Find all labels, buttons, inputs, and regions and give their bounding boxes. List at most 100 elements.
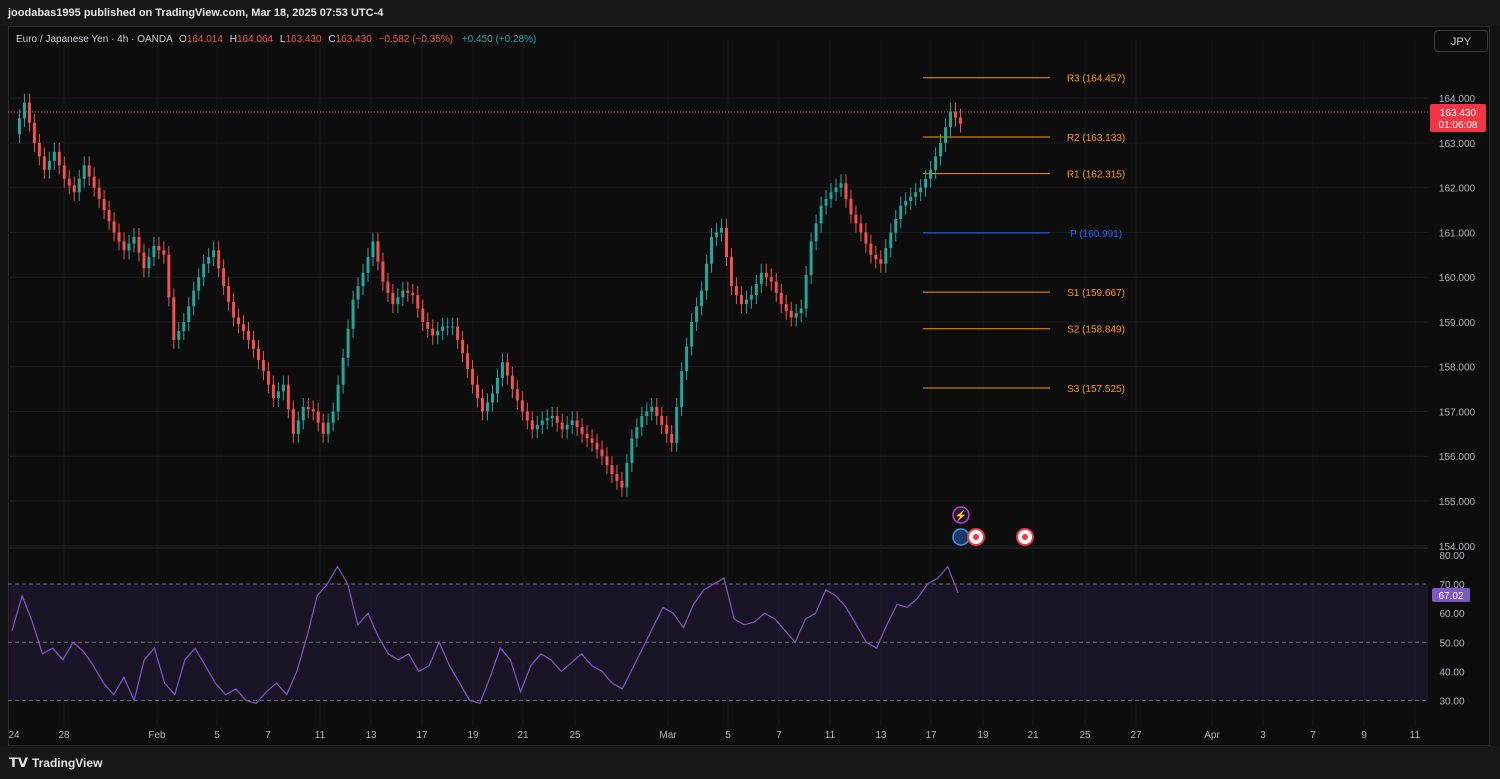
candle-body	[615, 474, 619, 481]
candle-body	[560, 422, 564, 430]
time-tick-label: 3	[1260, 730, 1266, 741]
candle-body	[715, 232, 719, 237]
extra-change-value: +0.450 (+0.28%)	[462, 34, 537, 45]
candle-body	[754, 283, 758, 296]
price-tick-label: 155.000	[1439, 497, 1476, 508]
candle-body	[72, 185, 76, 193]
candle-body	[281, 384, 285, 392]
candle-body	[286, 384, 290, 410]
candle-body	[416, 295, 420, 309]
currency-button[interactable]: JPY	[1434, 30, 1488, 52]
candle-body	[495, 377, 499, 394]
candle-body	[107, 210, 111, 222]
candle-body	[346, 328, 350, 358]
candle-body	[600, 449, 604, 457]
candle-body	[824, 198, 828, 206]
candle-body	[500, 362, 504, 378]
candle-body	[376, 241, 380, 262]
price-tick-label: 158.000	[1439, 363, 1476, 374]
candle-body	[954, 111, 958, 118]
candle-body	[222, 268, 226, 287]
price-tick-label: 160.000	[1439, 273, 1476, 284]
candle-body	[685, 346, 689, 372]
candle-body	[565, 424, 569, 430]
legend: Euro / Japanese Yen · 4h · OANDA O164.01…	[16, 34, 536, 45]
time-tick-label: Feb	[148, 730, 166, 741]
time-tick-label: Mar	[659, 730, 677, 741]
event-markers[interactable]: ⚡	[952, 506, 1034, 546]
candle-body	[889, 232, 893, 249]
candle-body	[361, 272, 365, 287]
candle-body	[301, 407, 305, 421]
candle-body	[580, 427, 584, 434]
rsi-tick-label: 40.00	[1439, 667, 1464, 678]
lightning-glyph: ⚡	[955, 509, 967, 522]
candle-body	[874, 254, 878, 260]
price-tick-label: 159.000	[1439, 318, 1476, 329]
candle-body	[550, 415, 554, 419]
candle-body	[212, 250, 216, 258]
candle-body	[242, 324, 246, 331]
legend-symbol: Euro / Japanese Yen · 4h · OANDA	[16, 34, 173, 45]
candle-body	[670, 433, 674, 443]
time-tick-label: 11	[1410, 730, 1421, 741]
candle-body	[819, 205, 823, 224]
pivot-label: R1 (162.315)	[1067, 170, 1125, 181]
time-tick-label: 7	[1310, 730, 1316, 741]
candle-body	[47, 160, 51, 170]
candle-body	[904, 201, 908, 206]
candle-body	[217, 250, 221, 269]
candle-body	[934, 156, 938, 170]
candle-body	[187, 306, 191, 322]
candle-body	[555, 415, 559, 423]
candle-body	[426, 321, 430, 329]
time-tick-label: 25	[1079, 730, 1091, 741]
price-tick-label: 164.000	[1439, 94, 1476, 105]
rsi-tick-label: 50.00	[1439, 638, 1464, 649]
candle-body	[575, 420, 579, 428]
candle-body	[232, 301, 236, 318]
candle-body	[515, 389, 519, 401]
candle-body	[276, 391, 280, 399]
time-tick-label: 7	[776, 730, 782, 741]
candle-body	[481, 398, 485, 412]
candle-body	[690, 321, 694, 347]
candle-body	[471, 368, 475, 385]
high-label: H	[230, 34, 237, 45]
candle-body	[311, 409, 315, 412]
candle-body	[446, 326, 450, 328]
candle-body	[321, 422, 325, 434]
time-tick-label: 9	[1361, 730, 1367, 741]
candle-body	[700, 290, 704, 307]
candle-body	[919, 187, 923, 193]
candle-body	[356, 286, 360, 300]
candle-body	[764, 272, 768, 278]
time-tick-label: 7	[265, 730, 271, 741]
chart-canvas[interactable]: R3 (164.457) R2 (163.133) R1 (162.315) P (1…	[0, 0, 1500, 746]
rsi-pane: 80.0070.0060.0050.0040.0030.00	[8, 551, 1465, 708]
price-tick-label: 156.000	[1439, 452, 1476, 463]
candle-body	[351, 299, 355, 329]
candle-body	[22, 102, 26, 119]
pivot-levels: R3 (164.457) R2 (163.133) R1 (162.315) P (1…	[923, 74, 1125, 395]
candle-body	[152, 245, 156, 258]
candle-body	[769, 277, 773, 282]
candle-body	[97, 187, 101, 199]
candle-body	[256, 348, 260, 361]
candle-body	[490, 393, 494, 403]
candle-body	[729, 257, 733, 287]
time-tick-label: 5	[725, 730, 731, 741]
candle-body	[894, 219, 898, 233]
candle-body	[939, 142, 943, 157]
candle-body	[127, 243, 131, 251]
rsi-tick-label: 80.00	[1439, 551, 1464, 562]
candle-body	[724, 227, 728, 258]
candles	[17, 93, 962, 497]
candle-body	[620, 480, 624, 488]
candle-body	[605, 456, 609, 466]
time-tick-label: 25	[569, 730, 581, 741]
candle-body	[789, 310, 793, 318]
rsi-tick-label: 60.00	[1439, 609, 1464, 620]
tradingview-logo[interactable]: 𝗧𝗩 TradingView	[9, 755, 102, 771]
candle-body	[326, 422, 330, 434]
